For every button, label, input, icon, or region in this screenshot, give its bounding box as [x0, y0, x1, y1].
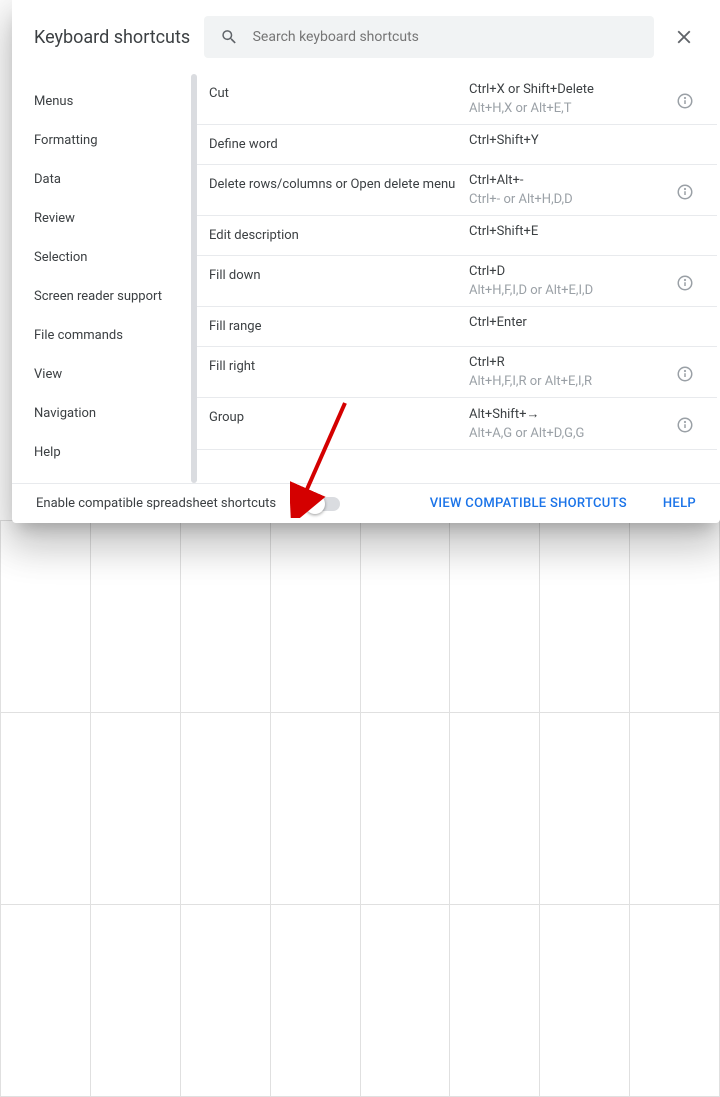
- shortcut-primary: Ctrl+Shift+E: [469, 224, 673, 239]
- shortcut-primary: Ctrl+Enter: [469, 315, 673, 330]
- help-link[interactable]: HELP: [663, 496, 696, 511]
- view-compatible-link[interactable]: VIEW COMPATIBLE SHORTCUTS: [430, 496, 627, 511]
- sidebar-item-data[interactable]: Data: [12, 160, 197, 199]
- search-box[interactable]: [204, 16, 654, 58]
- shortcut-action: Group: [209, 398, 469, 437]
- sidebar-item-menus[interactable]: Menus: [12, 82, 197, 121]
- info-cell: [673, 256, 697, 292]
- sidebar-item-selection[interactable]: Selection: [12, 238, 197, 277]
- toggle-label: Enable compatible spreadsheet shortcuts: [36, 496, 276, 511]
- shortcut-alt: Alt+H,X or Alt+E,T: [469, 101, 673, 116]
- shortcut-action: Define word: [209, 125, 469, 164]
- shortcut-action: Fill right: [209, 347, 469, 386]
- info-icon[interactable]: [676, 92, 694, 110]
- info-cell: [673, 165, 697, 201]
- shortcut-keys: Ctrl+R Alt+H,F,I,R or Alt+E,I,R: [469, 347, 673, 397]
- toggle-knob: [305, 494, 325, 514]
- shortcut-row: GroupAlt+Shift+→ Alt+A,G or Alt+D,G,G: [197, 398, 717, 450]
- shortcut-primary: Ctrl+Shift+Y: [469, 133, 673, 148]
- dialog-footer: Enable compatible spreadsheet shortcuts …: [12, 483, 720, 523]
- shortcut-keys: Ctrl+Shift+Y: [469, 125, 673, 160]
- shortcut-row: CutCtrl+X or Shift+Delete Alt+H,X or Alt+…: [197, 74, 717, 125]
- shortcut-alt: Ctrl+- or Alt+H,D,D: [469, 192, 673, 207]
- shortcut-row: Fill rightCtrl+R Alt+H,F,I,R or Alt+E,I,R: [197, 347, 717, 398]
- shortcut-keys: Ctrl+X or Shift+Delete Alt+H,X or Alt+E,T: [469, 74, 673, 124]
- shortcut-action: Fill range: [209, 307, 469, 346]
- search-input[interactable]: [253, 29, 638, 45]
- sidebar-item-screen-reader-support[interactable]: Screen reader support: [12, 277, 197, 316]
- shortcuts-list[interactable]: CutCtrl+X or Shift+Delete Alt+H,X or Alt+…: [197, 74, 720, 483]
- shortcut-keys: Ctrl+Alt+- Ctrl+- or Alt+H,D,D: [469, 165, 673, 215]
- shortcut-action: Cut: [209, 74, 469, 113]
- info-cell: [673, 307, 697, 325]
- sidebar-item-formatting[interactable]: Formatting: [12, 121, 197, 160]
- shortcut-primary: Ctrl+Alt+-: [469, 173, 673, 188]
- sidebar-item-file-commands[interactable]: File commands: [12, 316, 197, 355]
- info-icon[interactable]: [676, 416, 694, 434]
- shortcut-row: Edit descriptionCtrl+Shift+E: [197, 216, 717, 256]
- search-icon: [220, 27, 238, 47]
- shortcut-alt: Alt+H,F,I,R or Alt+E,I,R: [469, 374, 673, 389]
- shortcut-primary: Ctrl+R: [469, 355, 673, 370]
- dialog-body: MenusFormattingDataReviewSelectionScreen…: [12, 74, 720, 483]
- shortcut-action: Edit description: [209, 216, 469, 255]
- shortcut-row: Fill downCtrl+D Alt+H,F,I,D or Alt+E,I,D: [197, 256, 717, 307]
- category-sidebar: MenusFormattingDataReviewSelectionScreen…: [12, 74, 197, 483]
- shortcut-keys: Ctrl+D Alt+H,F,I,D or Alt+E,I,D: [469, 256, 673, 306]
- shortcut-primary: Alt+Shift+→: [469, 406, 673, 422]
- sidebar-item-navigation[interactable]: Navigation: [12, 394, 197, 433]
- info-cell: [673, 216, 697, 234]
- shortcut-keys: Ctrl+Shift+E: [469, 216, 673, 251]
- shortcut-primary: Ctrl+D: [469, 264, 673, 279]
- close-button[interactable]: [664, 17, 704, 57]
- dialog-title: Keyboard shortcuts: [34, 27, 190, 48]
- shortcut-row: Delete rows/columns or Open delete menuC…: [197, 165, 717, 216]
- shortcut-alt: Alt+A,G or Alt+D,G,G: [469, 426, 673, 441]
- compatible-shortcuts-toggle[interactable]: [306, 497, 340, 511]
- info-cell: [673, 74, 697, 110]
- shortcut-primary: Ctrl+X or Shift+Delete: [469, 82, 673, 97]
- dialog-header: Keyboard shortcuts: [12, 0, 720, 74]
- info-cell: [673, 125, 697, 143]
- info-cell: [673, 347, 697, 383]
- close-icon: [673, 26, 695, 48]
- sidebar-item-help[interactable]: Help: [12, 433, 197, 472]
- info-icon[interactable]: [676, 274, 694, 292]
- shortcut-keys: Ctrl+Enter: [469, 307, 673, 342]
- sidebar-item-view[interactable]: View: [12, 355, 197, 394]
- shortcut-row: Define wordCtrl+Shift+Y: [197, 125, 717, 165]
- sidebar-item-review[interactable]: Review: [12, 199, 197, 238]
- info-cell: [673, 398, 697, 434]
- shortcut-keys: Alt+Shift+→ Alt+A,G or Alt+D,G,G: [469, 398, 673, 449]
- shortcut-action: Delete rows/columns or Open delete menu: [209, 165, 469, 204]
- info-icon[interactable]: [676, 183, 694, 201]
- keyboard-shortcuts-dialog: Keyboard shortcuts MenusFormattingDataRe…: [12, 0, 720, 523]
- shortcut-action: Fill down: [209, 256, 469, 295]
- info-icon[interactable]: [676, 365, 694, 383]
- shortcut-alt: Alt+H,F,I,D or Alt+E,I,D: [469, 283, 673, 298]
- shortcut-row: Fill rangeCtrl+Enter: [197, 307, 717, 347]
